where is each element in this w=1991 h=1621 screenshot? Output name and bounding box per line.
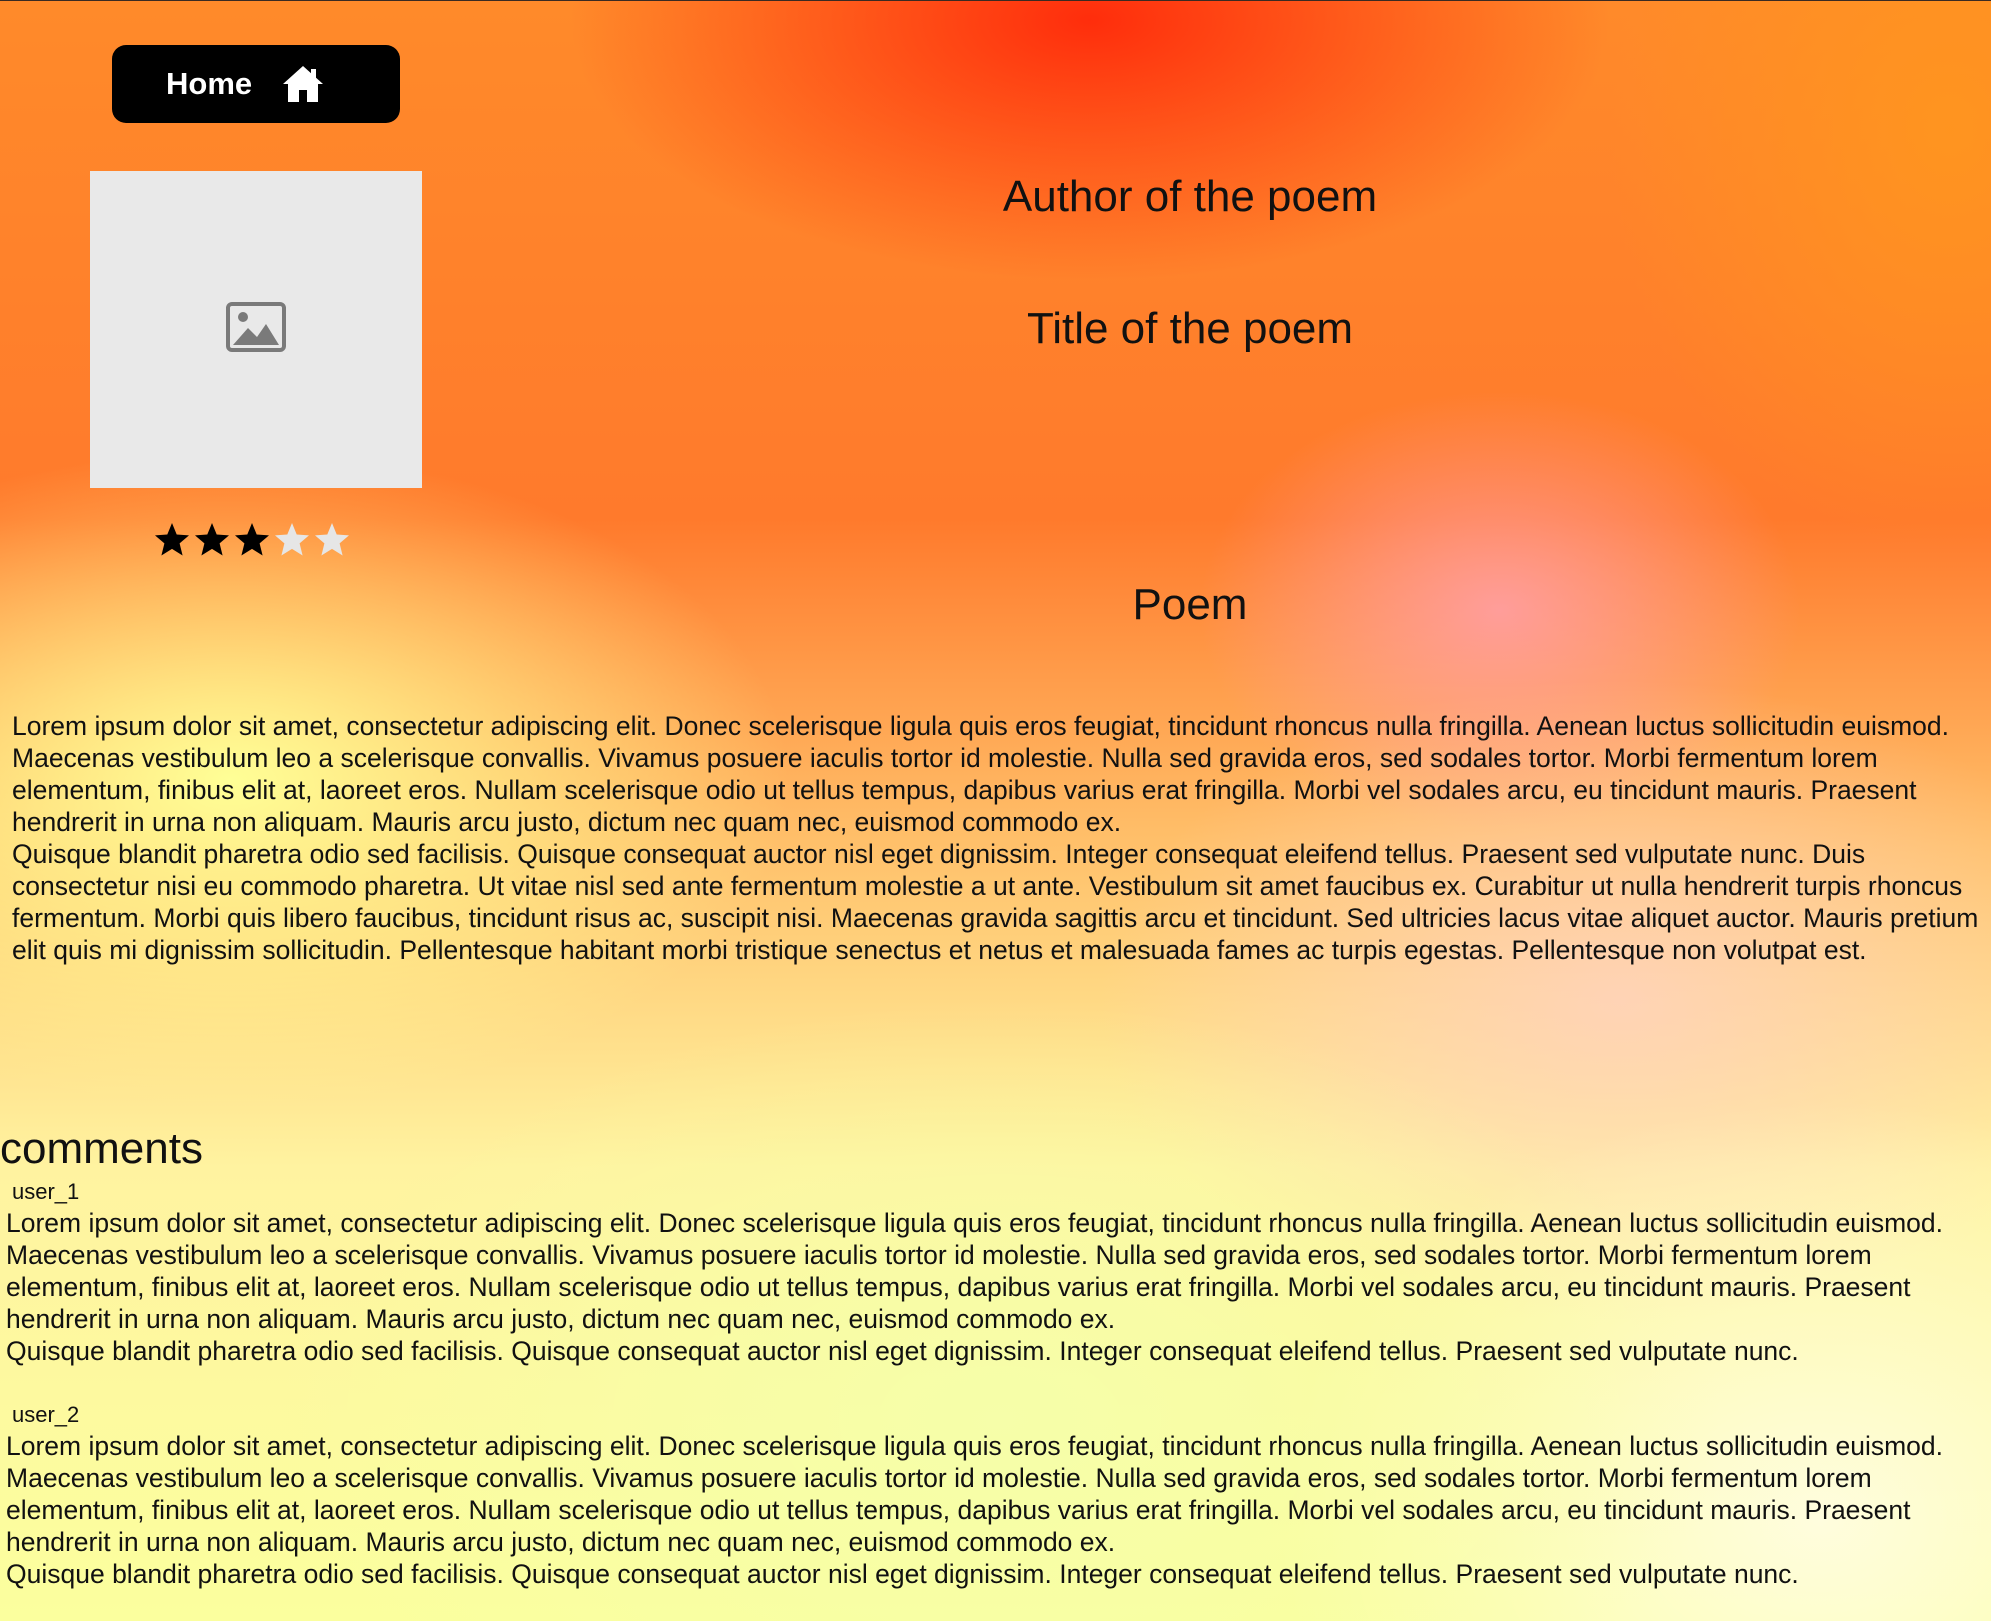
comment-paragraph: Lorem ipsum dolor sit amet, consectetur …	[6, 1431, 1943, 1557]
comment: user_1 Lorem ipsum dolor sit amet, conse…	[6, 1177, 1981, 1367]
poem-author: Author of the poem	[1002, 172, 1378, 221]
poem-paragraph: Lorem ipsum dolor sit amet, consectetur …	[12, 711, 1949, 837]
home-button-label: Home	[166, 66, 253, 101]
poem-title: Title of the poem	[1026, 304, 1354, 353]
poem-image-placeholder	[90, 171, 422, 488]
home-icon	[282, 64, 324, 104]
comment-paragraph: Quisque blandit pharetra odio sed facili…	[6, 1559, 1799, 1589]
star-rating[interactable]	[152, 512, 352, 568]
star-icon[interactable]	[192, 512, 232, 568]
image-placeholder-icon	[226, 302, 286, 357]
poem-paragraph: Quisque blandit pharetra odio sed facili…	[12, 839, 1979, 965]
comment-username: user_2	[12, 1402, 80, 1427]
comment: user_2 Lorem ipsum dolor sit amet, conse…	[6, 1400, 1981, 1590]
top-border	[0, 0, 1991, 1]
comment-username: user_1	[12, 1179, 80, 1204]
comment-paragraph: Lorem ipsum dolor sit amet, consectetur …	[6, 1208, 1943, 1334]
star-icon[interactable]	[152, 512, 192, 568]
comment-text: Lorem ipsum dolor sit amet, consectetur …	[6, 1207, 1981, 1367]
star-icon[interactable]	[232, 512, 272, 568]
star-icon[interactable]	[272, 512, 312, 568]
comment-paragraph: Quisque blandit pharetra odio sed facili…	[6, 1336, 1799, 1366]
star-icon[interactable]	[312, 512, 352, 568]
comments-heading: comments	[0, 1124, 203, 1173]
poem-body: Lorem ipsum dolor sit amet, consectetur …	[12, 710, 1982, 966]
home-button[interactable]: Home	[112, 45, 400, 123]
poem-heading: Poem	[1132, 580, 1248, 629]
comment-text: Lorem ipsum dolor sit amet, consectetur …	[6, 1430, 1981, 1590]
